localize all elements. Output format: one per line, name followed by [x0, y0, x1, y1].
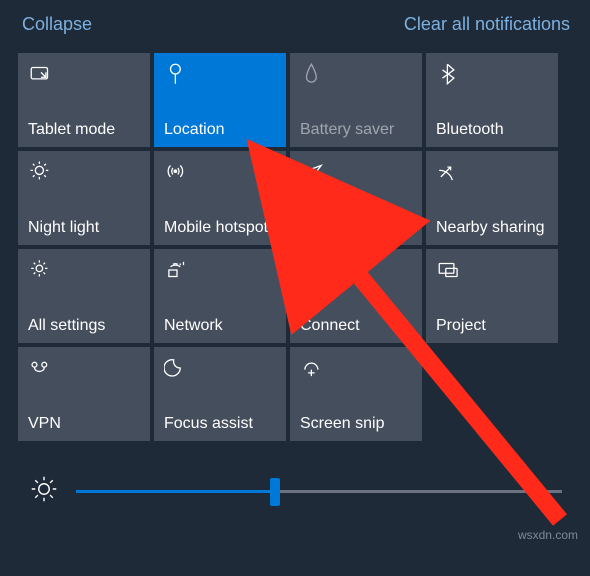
clear-notifications-link[interactable]: Clear all notifications: [404, 14, 570, 35]
tile-mobile-hotspot[interactable]: Mobile hotspot: [154, 151, 286, 245]
tile-label: Connect: [300, 317, 412, 335]
nearby-sharing-icon: [436, 159, 548, 185]
brightness-slider[interactable]: [76, 478, 562, 506]
tile-vpn[interactable]: VPN: [18, 347, 150, 441]
brightness-row: [0, 441, 590, 508]
tile-project[interactable]: Project: [426, 249, 558, 343]
battery-saver-icon: [300, 61, 412, 87]
night-light-icon: [28, 159, 140, 185]
tile-screen-snip[interactable]: Screen snip: [290, 347, 422, 441]
bluetooth-icon: [436, 61, 548, 87]
slider-fill: [76, 490, 270, 493]
slider-thumb[interactable]: [270, 478, 280, 506]
network-icon: [164, 257, 276, 283]
all-settings-icon: [28, 257, 140, 283]
tile-label: All settings: [28, 317, 140, 335]
tile-bluetooth[interactable]: Bluetooth: [426, 53, 558, 147]
tablet-mode-icon: [28, 61, 140, 87]
brightness-icon: [30, 475, 58, 508]
location-icon: [164, 61, 276, 87]
tile-tablet-mode[interactable]: Tablet mode: [18, 53, 150, 147]
tile-battery-saver[interactable]: Battery saver: [290, 53, 422, 147]
connect-icon: [300, 257, 412, 283]
tile-nearby-sharing[interactable]: Nearby sharing: [426, 151, 558, 245]
tile-label: Airplane mode: [300, 219, 412, 237]
action-center-header: Collapse Clear all notifications: [0, 0, 590, 39]
airplane-mode-icon: [300, 159, 412, 185]
tile-label: Battery saver: [300, 121, 412, 139]
tile-label: Screen snip: [300, 415, 412, 433]
tile-label: Nearby sharing: [436, 219, 548, 237]
tile-focus-assist[interactable]: Focus assist: [154, 347, 286, 441]
tile-connect[interactable]: Connect: [290, 249, 422, 343]
tile-night-light[interactable]: Night light: [18, 151, 150, 245]
tile-label: Night light: [28, 219, 140, 237]
tile-airplane-mode[interactable]: Airplane mode: [290, 151, 422, 245]
tile-label: Location: [164, 121, 276, 139]
tile-label: Focus assist: [164, 415, 276, 433]
tile-label: Mobile hotspot: [164, 219, 276, 237]
screen-snip-icon: [300, 355, 412, 381]
vpn-icon: [28, 355, 140, 381]
tile-location[interactable]: Location: [154, 53, 286, 147]
tile-all-settings[interactable]: All settings: [18, 249, 150, 343]
tile-label: Bluetooth: [436, 121, 548, 139]
tile-network[interactable]: Network: [154, 249, 286, 343]
project-icon: [436, 257, 548, 283]
tile-label: Tablet mode: [28, 121, 140, 139]
watermark: wsxdn.com: [518, 528, 578, 542]
tile-label: Network: [164, 317, 276, 335]
mobile-hotspot-icon: [164, 159, 276, 185]
collapse-link[interactable]: Collapse: [22, 14, 92, 35]
focus-assist-icon: [164, 355, 276, 381]
quick-actions-grid: Tablet mode Location Battery saver Bluet…: [0, 39, 590, 441]
tile-label: Project: [436, 317, 548, 335]
tile-label: VPN: [28, 415, 140, 433]
